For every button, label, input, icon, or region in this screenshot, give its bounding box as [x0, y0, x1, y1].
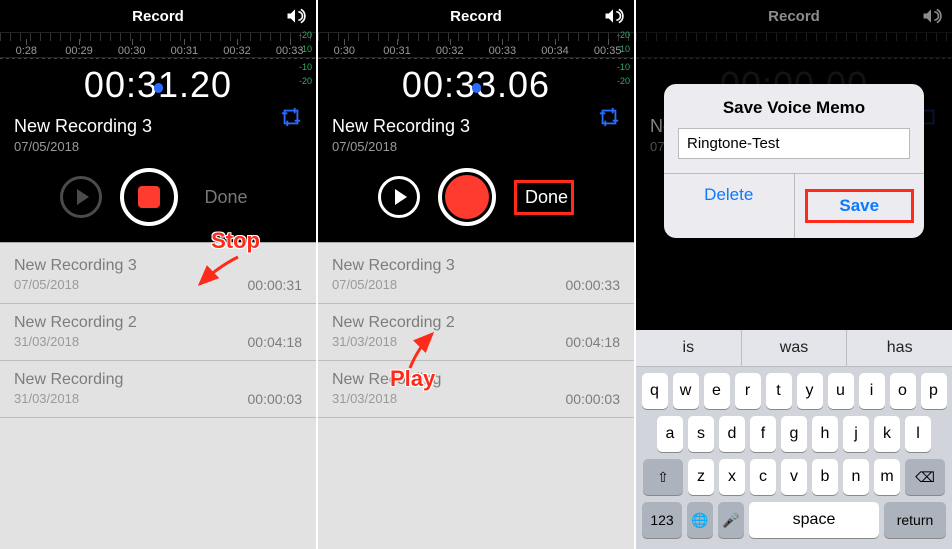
key-n[interactable]: n [843, 459, 869, 495]
key-s[interactable]: s [688, 416, 714, 452]
key-y[interactable]: y [797, 373, 823, 409]
key-b[interactable]: b [812, 459, 838, 495]
memo-name-input[interactable]: Ringtone-Test [678, 128, 910, 159]
list-item[interactable]: New Recording 31/03/201800:00:03 [318, 361, 634, 418]
key-f[interactable]: f [750, 416, 776, 452]
done-button: Done [196, 187, 256, 208]
stop-record-button[interactable] [120, 168, 178, 226]
key-i[interactable]: i [859, 373, 885, 409]
trim-icon[interactable] [598, 106, 620, 128]
list-item[interactable]: New Recording 2 31/03/201800:04:18 [318, 304, 634, 361]
key-k[interactable]: k [874, 416, 900, 452]
recordings-list[interactable]: New Recording 3 07/05/201800:00:31 New R… [0, 242, 316, 549]
key-t[interactable]: t [766, 373, 792, 409]
key-p[interactable]: p [921, 373, 947, 409]
key-u[interactable]: u [828, 373, 854, 409]
key-e[interactable]: e [704, 373, 730, 409]
key-x[interactable]: x [719, 459, 745, 495]
suggestion[interactable]: has [847, 330, 952, 366]
panel-recording-stop: Record 0:28 00:29 00:30 00:31 00:32 00:3… [0, 0, 316, 549]
timeline-ruler[interactable]: 0:30 00:31 00:32 00:33 00:34 00:35 [318, 32, 634, 58]
header: Record [0, 0, 316, 32]
recording-name: New Recording 3 [332, 116, 620, 137]
suggestion[interactable]: is [636, 330, 742, 366]
current-recording-meta: New Recording 3 07/05/2018 [318, 106, 634, 158]
key-q[interactable]: q [642, 373, 668, 409]
key-c[interactable]: c [750, 459, 776, 495]
speaker-icon[interactable] [284, 6, 306, 30]
record-button[interactable] [438, 168, 496, 226]
play-button [60, 176, 102, 218]
transport-controls: Done [0, 158, 316, 242]
suggestion[interactable]: was [742, 330, 848, 366]
key-space[interactable]: space [749, 502, 879, 538]
key-v[interactable]: v [781, 459, 807, 495]
play-button[interactable] [378, 176, 420, 218]
key-m[interactable]: m [874, 459, 900, 495]
header: Record [318, 0, 634, 32]
list-item[interactable]: New Recording 3 07/05/201800:00:31 [0, 247, 316, 304]
current-recording-meta: New Recording 3 07/05/2018 [0, 106, 316, 158]
key-return[interactable]: return [884, 502, 946, 538]
key-l[interactable]: l [905, 416, 931, 452]
transport-controls: Done [318, 158, 634, 242]
key-h[interactable]: h [812, 416, 838, 452]
panel-recording-done: Record 0:30 00:31 00:32 00:33 00:34 00:3… [318, 0, 634, 549]
suggestion-bar: is was has [636, 330, 952, 367]
key-mic-icon[interactable]: 🎤 [718, 502, 744, 538]
key-shift[interactable]: ⇧ [643, 459, 683, 495]
key-w[interactable]: w [673, 373, 699, 409]
trim-icon[interactable] [280, 106, 302, 128]
panel-save-dialog: Record 00:00.00 New Recording 3 07/05/20… [636, 0, 952, 549]
key-j[interactable]: j [843, 416, 869, 452]
recording-date: 07/05/2018 [14, 139, 302, 154]
key-123[interactable]: 123 [642, 502, 682, 538]
keyboard: is was has q w e r t y u i o p a s d f [636, 330, 952, 549]
header-title: Record [450, 8, 502, 25]
alert-title: Save Voice Memo [664, 84, 924, 128]
key-r[interactable]: r [735, 373, 761, 409]
recording-date: 07/05/2018 [332, 139, 620, 154]
key-globe-icon[interactable]: 🌐 [687, 502, 713, 538]
key-a[interactable]: a [657, 416, 683, 452]
key-g[interactable]: g [781, 416, 807, 452]
key-backspace[interactable]: ⌫ [905, 459, 945, 495]
save-voice-memo-alert: Save Voice Memo Ringtone-Test Delete Sav… [664, 84, 924, 238]
timeline-ruler[interactable]: 0:28 00:29 00:30 00:31 00:32 00:33 [0, 32, 316, 58]
done-button[interactable]: Done [514, 180, 574, 215]
key-d[interactable]: d [719, 416, 745, 452]
recordings-list[interactable]: New Recording 3 07/05/201800:00:33 New R… [318, 242, 634, 549]
list-item[interactable]: New Recording 31/03/201800:00:03 [0, 361, 316, 418]
key-o[interactable]: o [890, 373, 916, 409]
list-item[interactable]: New Recording 2 31/03/201800:04:18 [0, 304, 316, 361]
save-button[interactable]: Save [794, 174, 925, 238]
key-z[interactable]: z [688, 459, 714, 495]
recording-name: New Recording 3 [14, 116, 302, 137]
header-title: Record [132, 8, 184, 25]
speaker-icon[interactable] [602, 6, 624, 30]
list-item[interactable]: New Recording 3 07/05/201800:00:33 [318, 247, 634, 304]
delete-button[interactable]: Delete [664, 174, 794, 238]
